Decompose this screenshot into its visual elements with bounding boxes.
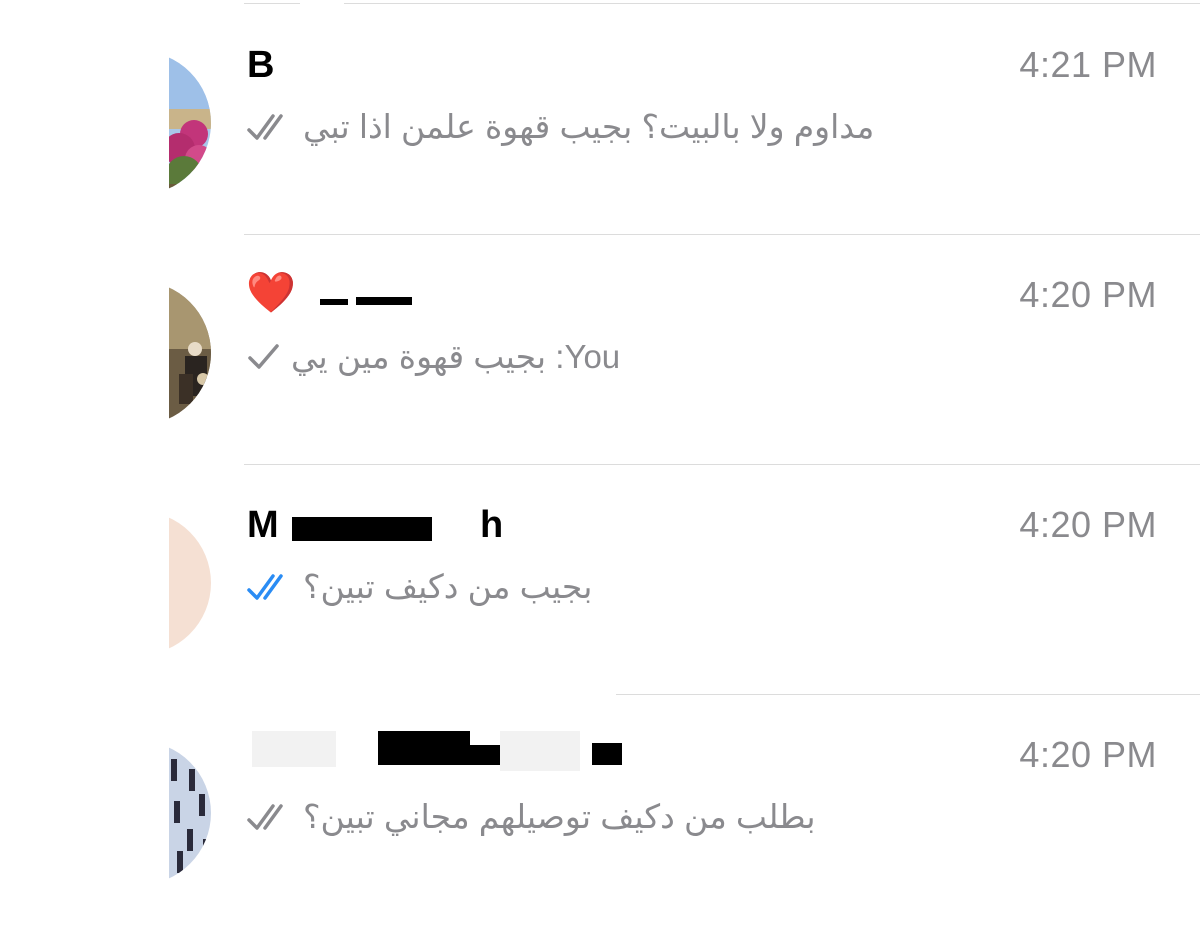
double-check-icon [247,804,283,830]
avatar[interactable] [99,739,211,887]
contact-name-tail: h [480,504,504,546]
chat-row[interactable]: B 4:21 PM مداوم ولا بالبيت؟ بجيب قهوة عل… [0,5,1200,235]
message-preview: بجيب من دكيف تبين؟ [247,563,592,611]
message-time: 4:20 PM [1019,734,1157,775]
contact-name: M [247,504,279,546]
chat-row[interactable]: 4:20 PM بطلب من دكيف توصيلهم مجاني تبين؟ [0,695,1200,925]
message-preview: You: بجيب قهوة مين يي [247,333,620,381]
redacted-name [378,731,470,765]
message-text: مداوم ولا بالبيت؟ بجيب قهوة علمن اذا تبي [303,108,875,145]
double-check-icon [247,114,283,140]
message-preview: مداوم ولا بالبيت؟ بجيب قهوة علمن اذا تبي [247,103,874,151]
message-text: بجيب من دكيف تبين؟ [303,568,593,605]
avatar[interactable] [99,49,211,197]
redacted-name [292,517,432,541]
redacted-name [320,299,348,305]
avatar[interactable] [99,509,211,657]
avatar[interactable] [99,279,211,427]
top-divider [244,3,1200,4]
redacted-name [592,743,622,765]
message-text: You: بجيب قهوة مين يي [291,338,621,375]
redacted-name [500,731,580,771]
chat-row[interactable]: M h 4:20 PM بجيب من دكيف تبين؟ [0,465,1200,695]
message-time: 4:21 PM [1019,44,1157,85]
redacted-name [252,731,336,767]
message-preview: بطلب من دكيف توصيلهم مجاني تبين؟ [247,793,816,841]
chat-row[interactable]: ❤️ 4:20 PM You: بجيب قهوة مين يي [0,235,1200,465]
message-time: 4:20 PM [1019,504,1157,545]
message-time: 4:20 PM [1019,274,1157,315]
contact-name: B [247,44,275,86]
redacted-name [356,297,412,305]
double-check-icon [247,574,283,600]
single-check-icon [248,344,279,369]
heart-emoji-icon: ❤️ [246,271,296,315]
message-text: بطلب من دكيف توصيلهم مجاني تبين؟ [303,798,816,835]
